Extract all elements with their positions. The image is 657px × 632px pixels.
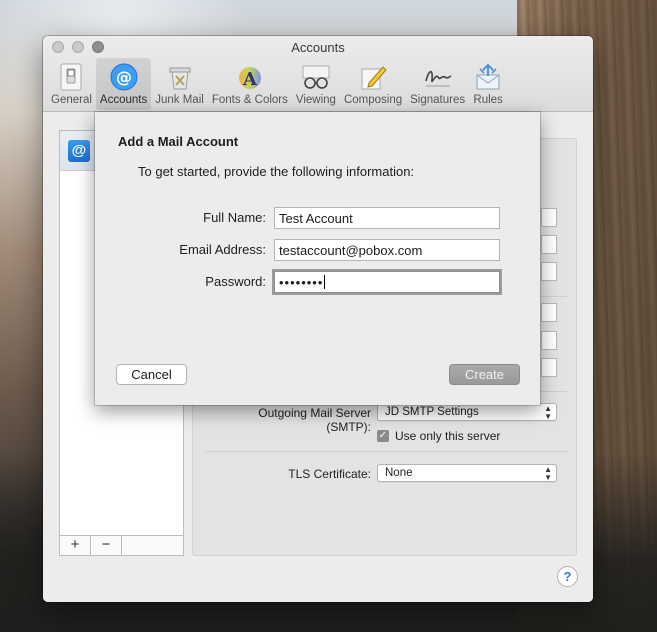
pencil-icon [358, 62, 388, 92]
full-name-row: Full Name: Test Account [95, 207, 540, 229]
trash-icon [165, 62, 195, 92]
tab-general[interactable]: General [47, 58, 96, 110]
tab-composing-label: Composing [343, 94, 403, 106]
divider [205, 451, 567, 452]
font-icon: A [235, 62, 265, 92]
svg-text:A: A [242, 69, 258, 90]
detail-field-edge[interactable] [541, 208, 557, 227]
tab-junk-mail-label: Junk Mail [155, 94, 204, 106]
password-label: Password: [205, 274, 266, 289]
tab-signatures[interactable]: Signatures [406, 58, 469, 110]
envelope-rules-icon [473, 62, 503, 92]
preferences-toolbar: General @ Accounts Junk Mail A Fonts & C… [47, 58, 507, 110]
popup-arrows-icon: ▲ ▼ [544, 404, 552, 421]
tab-junk-mail[interactable]: Junk Mail [151, 58, 208, 110]
remove-account-button[interactable]: − [91, 536, 122, 555]
use-only-server-row[interactable]: ✓ Use only this server [377, 429, 500, 443]
tab-composing[interactable]: Composing [340, 58, 406, 110]
tab-rules[interactable]: Rules [469, 58, 507, 110]
tab-fonts-colors[interactable]: A Fonts & Colors [208, 58, 292, 110]
full-name-label: Full Name: [203, 210, 266, 225]
password-value: •••••••• [279, 275, 324, 290]
window-title: Accounts [291, 40, 345, 55]
smtp-server-popup[interactable]: JD SMTP Settings ▲ ▼ [377, 403, 557, 421]
text-caret [324, 275, 326, 289]
account-list-controls: + − [59, 535, 184, 556]
tab-general-label: General [51, 94, 92, 106]
password-row: Password: •••••••• [95, 271, 540, 293]
use-only-server-label: Use only this server [395, 429, 501, 443]
tab-rules-label: Rules [473, 94, 503, 106]
tab-accounts[interactable]: @ Accounts [95, 58, 152, 110]
switch-icon [56, 62, 86, 92]
email-label: Email Address: [179, 242, 266, 257]
use-only-server-checkbox[interactable]: ✓ [377, 430, 389, 442]
sheet-subtitle: To get started, provide the following in… [138, 164, 415, 179]
email-row: Email Address: testaccount@pobox.com [95, 239, 540, 261]
at-icon: @ [109, 62, 139, 92]
email-field[interactable]: testaccount@pobox.com [274, 239, 500, 261]
detail-field-edge[interactable] [541, 358, 557, 377]
account-at-icon: @ [68, 140, 90, 162]
tab-signatures-label: Signatures [410, 94, 466, 106]
cancel-button[interactable]: Cancel [116, 364, 187, 385]
add-mail-account-sheet: Add a Mail Account To get started, provi… [95, 112, 540, 405]
tls-certificate-popup[interactable]: None ▲ ▼ [377, 464, 557, 482]
detail-field-edge[interactable] [541, 262, 557, 281]
tab-viewing-label: Viewing [295, 94, 336, 106]
tab-viewing[interactable]: Viewing [292, 58, 340, 110]
tls-certificate-label: TLS Certificate: [288, 467, 371, 481]
titlebar: Accounts General @ Accounts Junk Mail A … [43, 36, 593, 112]
tab-accounts-label: Accounts [99, 94, 148, 106]
add-account-button[interactable]: + [60, 536, 91, 555]
password-field[interactable]: •••••••• [274, 271, 500, 293]
detail-field-edge[interactable] [541, 235, 557, 254]
smtp-server-value: JD SMTP Settings [385, 406, 479, 418]
create-button[interactable]: Create [449, 364, 520, 385]
popup-arrows-icon: ▲ ▼ [544, 465, 552, 482]
smtp-label: Outgoing Mail Server (SMTP): [258, 406, 371, 434]
sheet-title: Add a Mail Account [118, 134, 239, 149]
signature-icon [423, 62, 453, 92]
full-name-field[interactable]: Test Account [274, 207, 500, 229]
help-button[interactable]: ? [557, 566, 578, 587]
detail-field-edge[interactable] [541, 331, 557, 350]
detail-field-edge[interactable] [541, 303, 557, 322]
tab-fonts-colors-label: Fonts & Colors [211, 94, 288, 106]
svg-text:@: @ [116, 68, 132, 87]
glasses-icon [301, 62, 331, 92]
tls-certificate-value: None [385, 467, 413, 479]
